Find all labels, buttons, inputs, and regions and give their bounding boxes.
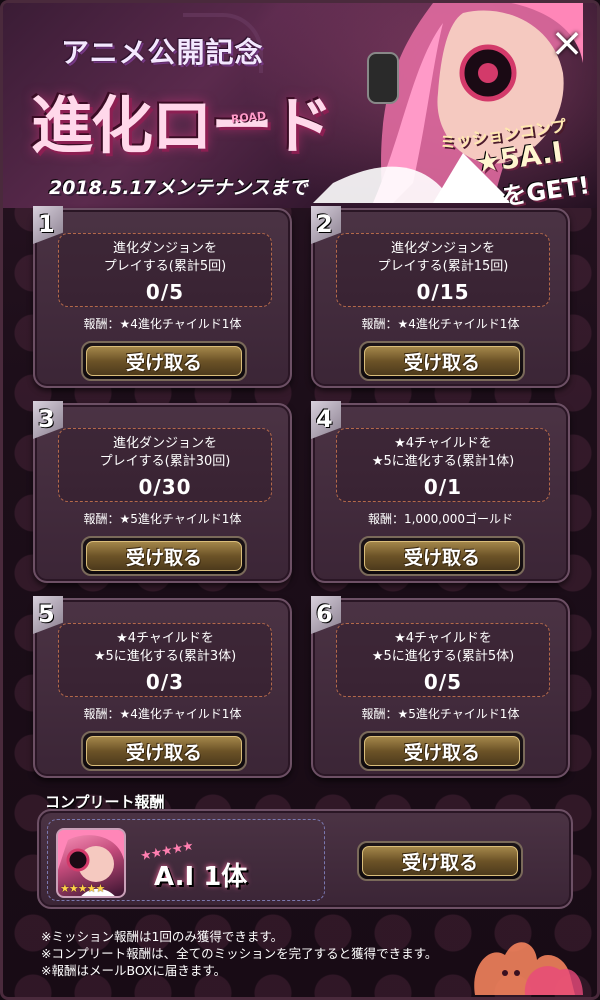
receive-button-label: 受け取る: [364, 346, 520, 376]
receive-button-label: 受け取る: [86, 736, 242, 766]
receive-button[interactable]: 受け取る: [81, 731, 247, 771]
receive-button[interactable]: 受け取る: [81, 341, 247, 381]
mission-dialog: アニメ公開記念 進化ロード ROAD 2018.5.17メンテナンスまで ミッシ…: [0, 0, 600, 1000]
mission-progress: 0/5: [423, 670, 463, 694]
mission-progress: 0/30: [138, 475, 192, 499]
mission-number: 5: [38, 600, 55, 628]
receive-button-label: 受け取る: [362, 846, 518, 876]
mission-reward: 報酬：★5進化チャイルド1体: [361, 707, 520, 721]
complete-reward-box: ★★★★★ ★★★★★ A.I 1体: [47, 819, 325, 901]
mission-description: 進化ダンジョンを プレイする(累計15回): [377, 241, 509, 274]
mission-reward: 報酬：★5進化チャイルド1体: [83, 512, 242, 526]
mission-reward: 報酬：★4進化チャイルド1体: [83, 317, 242, 331]
receive-button[interactable]: 受け取る: [359, 731, 525, 771]
mission-number: 1: [38, 210, 55, 238]
complete-reward-name: A.I 1体: [154, 862, 248, 892]
mission-box: 進化ダンジョンを プレイする(累計5回) 0/5: [58, 233, 272, 307]
event-title: 進化ロード: [31, 89, 333, 162]
mission-card-2: 2 進化ダンジョンを プレイする(累計15回) 0/15 報酬：★4進化チャイル…: [311, 206, 570, 388]
mission-description: 進化ダンジョンを プレイする(累計30回): [99, 436, 231, 469]
receive-button[interactable]: 受け取る: [81, 536, 247, 576]
complete-reward-panel: ★★★★★ ★★★★★ A.I 1体 受け取る: [37, 809, 573, 909]
receive-button[interactable]: 受け取る: [359, 341, 525, 381]
mission-reward: 報酬：★4進化チャイルド1体: [83, 707, 242, 721]
note-line: ※報酬はメールBOXに届きます。: [41, 963, 227, 978]
mission-box: ★4チャイルドを ★5に進化する(累計1体) 0/1: [336, 428, 550, 502]
mission-card-1: 1 進化ダンジョンを プレイする(累計5回) 0/5 報酬：★4進化チャイルド1…: [33, 206, 292, 388]
close-icon: ×: [550, 20, 584, 66]
mission-progress: 0/3: [145, 670, 185, 694]
event-deadline: 2018.5.17メンテナンスまで: [49, 177, 308, 199]
complete-receive-button[interactable]: 受け取る: [357, 841, 523, 881]
event-banner: アニメ公開記念 進化ロード ROAD 2018.5.17メンテナンスまで ミッシ…: [3, 3, 597, 208]
avatar-rarity-stars: ★★★★★: [60, 882, 105, 895]
mission-number: 4: [316, 405, 333, 433]
notes: ※ミッション報酬は1回のみ獲得できます。 ※コンプリート報酬は、全てのミッション…: [41, 928, 437, 979]
receive-button[interactable]: 受け取る: [359, 536, 525, 576]
mission-box: ★4チャイルドを ★5に進化する(累計5体) 0/5: [336, 623, 550, 697]
mission-card-6: 6 ★4チャイルドを ★5に進化する(累計5体) 0/5 報酬：★5進化チャイル…: [311, 596, 570, 778]
mission-number: 3: [38, 405, 55, 433]
event-subtitle: アニメ公開記念: [61, 36, 264, 69]
mission-box: ★4チャイルドを ★5に進化する(累計3体) 0/3: [58, 623, 272, 697]
receive-button-label: 受け取る: [364, 541, 520, 571]
mission-reward: 報酬：★4進化チャイルド1体: [361, 317, 520, 331]
receive-button-label: 受け取る: [86, 541, 242, 571]
mission-grid: 1 進化ダンジョンを プレイする(累計5回) 0/5 報酬：★4進化チャイルド1…: [33, 206, 573, 780]
mission-card-5: 5 ★4チャイルドを ★5に進化する(累計3体) 0/3 報酬：★4進化チャイル…: [33, 596, 292, 778]
mission-progress: 0/15: [416, 280, 470, 304]
note-line: ※コンプリート報酬は、全てのミッションを完了すると獲得できます。: [41, 946, 438, 961]
receive-button-label: 受け取る: [364, 736, 520, 766]
mission-card-4: 4 ★4チャイルドを ★5に進化する(累計1体) 0/1 報酬：1,000,00…: [311, 401, 570, 583]
mission-reward: 報酬：1,000,000ゴールド: [367, 512, 514, 526]
note-line: ※ミッション報酬は1回のみ獲得できます。: [41, 929, 284, 944]
receive-button-label: 受け取る: [86, 346, 242, 376]
mission-card-3: 3 進化ダンジョンを プレイする(累計30回) 0/30 報酬：★5進化チャイル…: [33, 401, 292, 583]
mission-progress: 0/1: [423, 475, 463, 499]
mascot-blob-icon: [474, 942, 583, 995]
mission-description: ★4チャイルドを ★5に進化する(累計3体): [93, 631, 237, 664]
mission-number: 6: [316, 600, 333, 628]
mission-box: 進化ダンジョンを プレイする(累計15回) 0/15: [336, 233, 550, 307]
mission-box: 進化ダンジョンを プレイする(累計30回) 0/30: [58, 428, 272, 502]
mission-description: 進化ダンジョンを プレイする(累計5回): [103, 241, 227, 274]
mission-number: 2: [316, 210, 333, 238]
close-button[interactable]: ×: [545, 21, 589, 65]
mission-description: ★4チャイルドを ★5に進化する(累計5体): [371, 631, 515, 664]
mission-description: ★4チャイルドを ★5に進化する(累計1体): [371, 436, 515, 469]
mission-progress: 0/5: [145, 280, 185, 304]
